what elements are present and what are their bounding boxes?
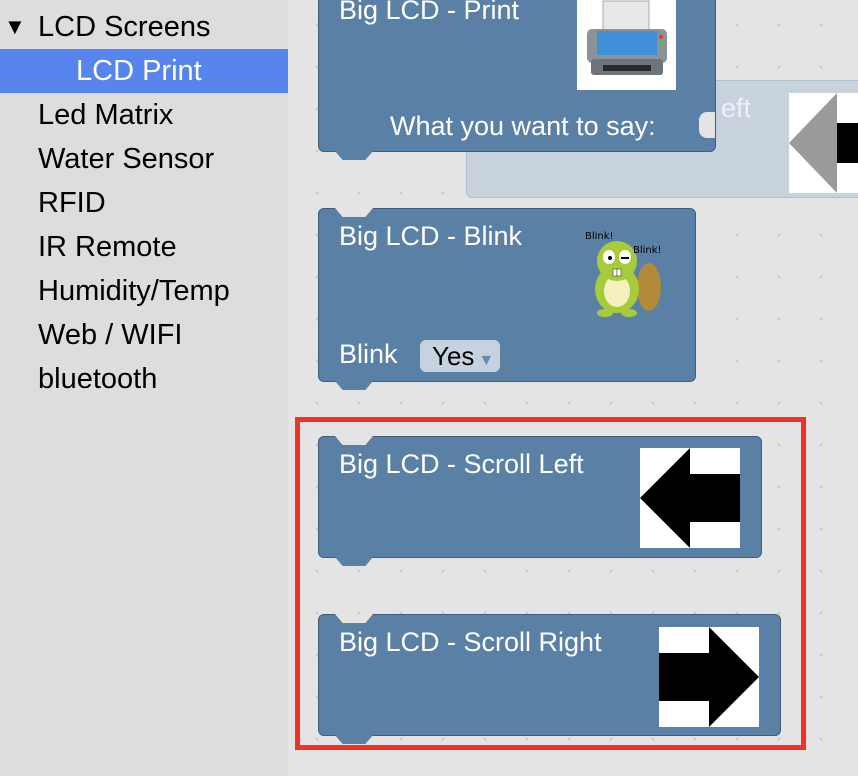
- block-connector: [335, 381, 373, 390]
- block-connector: [335, 151, 373, 160]
- category-web-wifi[interactable]: Web / WIFI: [0, 313, 288, 357]
- block-title: Big LCD - Blink: [339, 221, 523, 251]
- category-label: Water Sensor: [38, 143, 215, 175]
- category-label: Web / WIFI: [38, 319, 183, 351]
- dropdown-arrow-icon: ▼: [478, 352, 495, 369]
- category-water-sensor[interactable]: Water Sensor: [0, 137, 288, 181]
- category-humidity-temp[interactable]: Humidity/Temp: [0, 269, 288, 313]
- big-lcd-blink-block[interactable]: Big LCD - Blink Blink! Blink! Blink Yes …: [318, 208, 696, 390]
- category-led-matrix[interactable]: Led Matrix: [0, 93, 288, 137]
- block-connector: [335, 208, 373, 217]
- category-label: Humidity/Temp: [38, 275, 230, 307]
- category-rfid[interactable]: RFID: [0, 181, 288, 225]
- blink-dropdown[interactable]: Yes ▼: [420, 340, 501, 372]
- category-ir-remote[interactable]: IR Remote: [0, 225, 288, 269]
- printer-icon: [577, 0, 676, 90]
- blocks-workspace[interactable]: eft Big LCD - Print What you want to say…: [288, 0, 858, 776]
- ghost-arrow-icon: [789, 93, 858, 193]
- block-title: Big LCD - Print: [339, 0, 520, 25]
- category-lcd-print[interactable]: LCD Print: [0, 49, 288, 93]
- category-label: Led Matrix: [38, 99, 174, 131]
- highlight-box: [295, 417, 806, 750]
- category-sidebar: ▼ LCD Screens LCD Print Led Matrix Water…: [0, 0, 288, 776]
- category-label: RFID: [38, 187, 106, 219]
- value-input-socket[interactable]: [699, 112, 715, 138]
- category-lcd-screens[interactable]: ▼ LCD Screens: [0, 5, 288, 49]
- category-bluetooth[interactable]: bluetooth: [0, 357, 288, 401]
- category-label: LCD Screens: [38, 11, 211, 43]
- ghost-block-label: eft: [721, 93, 752, 123]
- caret-down-icon[interactable]: ▼: [4, 5, 26, 49]
- big-lcd-print-block[interactable]: Big LCD - Print What you want to say:: [318, 0, 716, 160]
- beaver-text-1: Blink!: [585, 231, 614, 242]
- field-label: Blink: [339, 339, 398, 369]
- beaver-icon: Blink! Blink!: [579, 227, 669, 317]
- input-label: What you want to say:: [390, 111, 656, 141]
- category-label: bluetooth: [38, 363, 158, 395]
- category-label: IR Remote: [38, 231, 177, 263]
- category-label: LCD Print: [76, 55, 202, 87]
- dropdown-value: Yes: [432, 341, 475, 371]
- beaver-text-2: Blink!: [633, 245, 662, 256]
